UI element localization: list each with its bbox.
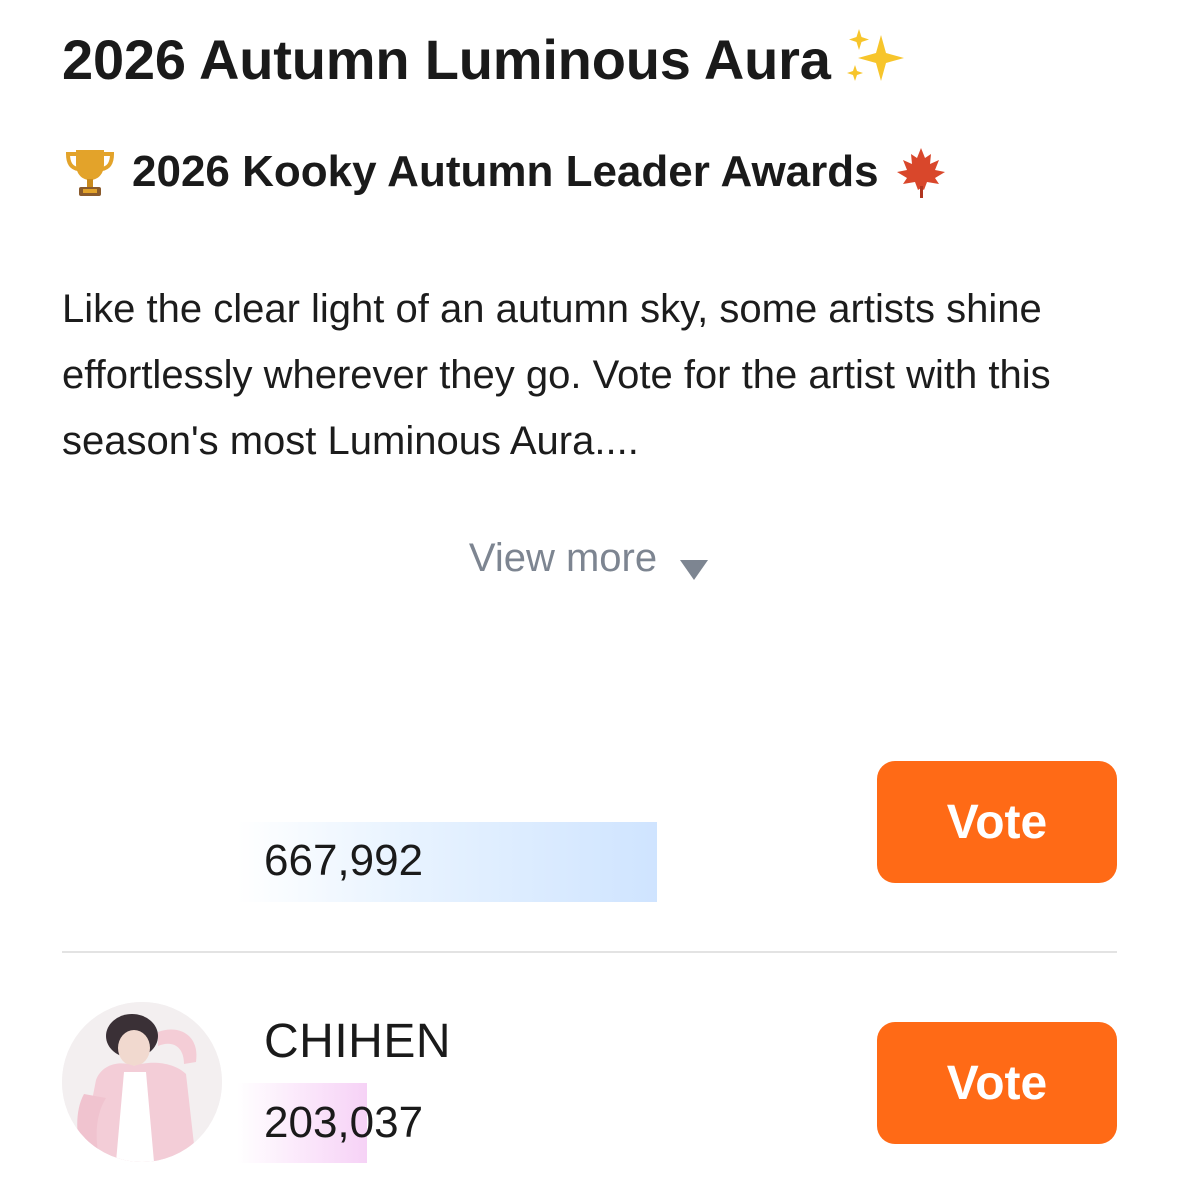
artist-name: CHIHEN [264, 1015, 452, 1068]
vote-button[interactable]: Vote [877, 761, 1117, 883]
award-subtitle-text: 2026 Kooky Autumn Leader Awards [132, 147, 879, 196]
maple-leaf-icon [893, 144, 949, 200]
award-subtitle: 2026 Kooky Autumn Leader Awards [62, 144, 949, 200]
trophy-icon [62, 144, 118, 200]
vote-button[interactable]: Vote [877, 1022, 1117, 1144]
vote-page: 2026 Autumn Luminous Aura 2026 Kooky Aut… [0, 0, 1178, 1200]
view-more-button[interactable]: View more [0, 536, 1178, 581]
page-title: 2026 Autumn Luminous Aura [62, 26, 911, 94]
sparkles-icon [841, 27, 911, 87]
vote-count: 667,992 [264, 836, 424, 885]
triangle-down-icon [679, 547, 709, 580]
divider [62, 951, 1117, 953]
vote-count: 203,037 [264, 1098, 424, 1147]
view-more-label: View more [468, 536, 658, 580]
avatar [62, 1002, 222, 1162]
page-title-text: 2026 Autumn Luminous Aura [62, 28, 831, 91]
award-description: Like the clear light of an autumn sky, s… [62, 287, 1051, 463]
